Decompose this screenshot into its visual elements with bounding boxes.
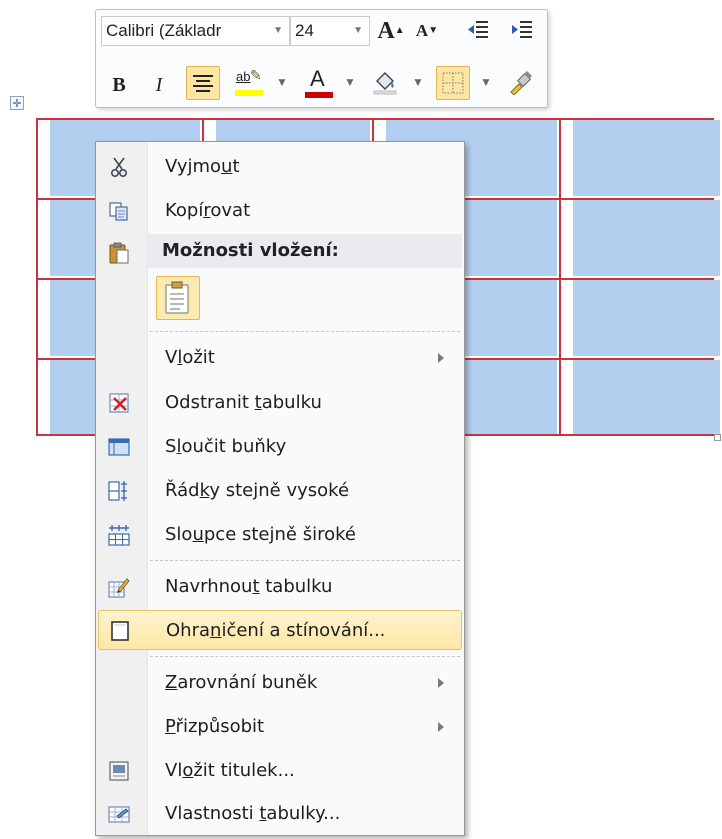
paste-options-header: Možnosti vložení: — [148, 234, 462, 268]
menu-item-label: Sloučit buňky — [165, 436, 287, 457]
draw-table-icon — [108, 578, 130, 598]
menu-item-label: Vlastnosti tabulky... — [165, 803, 341, 824]
copy-icon — [109, 202, 128, 221]
paste-clipboard-icon — [165, 281, 189, 314]
decrease-indent-button[interactable] — [463, 16, 493, 46]
delete-table-icon — [109, 393, 129, 413]
menu-item-borders-shading[interactable]: Ohraničení a stínování... — [98, 610, 462, 650]
menu-item-label: Zarovnání buněk — [165, 672, 318, 693]
menu-item-label: Vyjmout — [165, 156, 240, 177]
shrink-font-icon: A — [415, 21, 429, 40]
distribute-columns-icon — [108, 525, 130, 546]
font-size-value: 24 — [295, 21, 314, 40]
menu-item-table-properties[interactable]: Vlastnosti tabulky... — [98, 794, 462, 834]
context-menu: Vyjmout Kopírovat Možnosti vložení: Vlož… — [95, 141, 465, 836]
insert-caption-icon — [109, 761, 129, 781]
font-color-button[interactable]: A — [302, 66, 336, 100]
font-name-dropdown-icon[interactable]: ▼ — [273, 17, 283, 45]
italic-icon: I — [155, 74, 163, 96]
menu-separator — [150, 331, 460, 332]
table-border-vertical — [559, 118, 561, 436]
bold-icon: B — [112, 74, 126, 96]
distribute-rows-icon — [108, 481, 127, 501]
menu-item-cut[interactable]: Vyjmout — [98, 147, 462, 187]
paint-bucket-icon — [373, 72, 397, 95]
shading-button[interactable] — [368, 66, 402, 100]
align-center-button[interactable] — [186, 66, 220, 100]
font-size-dropdown-icon[interactable]: ▼ — [353, 17, 363, 45]
menu-item-autofit[interactable]: Přizpůsobit — [98, 707, 462, 747]
menu-item-label: Sloupce stejně široké — [165, 524, 356, 545]
menu-item-distribute-columns[interactable]: Sloupce stejně široké — [98, 515, 462, 555]
highlight-color-button[interactable]: ab ✎ — [232, 66, 268, 100]
table-cell[interactable] — [573, 120, 720, 196]
menu-item-label: Vložit — [165, 347, 215, 368]
menu-item-label: Vložit titulek... — [165, 760, 295, 781]
table-properties-icon — [108, 806, 130, 823]
merge-cells-icon — [108, 438, 130, 456]
table-border-vertical — [36, 118, 38, 436]
menu-item-merge-cells[interactable]: Sloučit buňky — [98, 427, 462, 467]
font-color-dropdown-icon[interactable]: ▼ — [344, 68, 356, 98]
menu-separator — [150, 656, 460, 657]
table-move-handle[interactable]: ✛ — [10, 96, 24, 110]
submenu-arrow-icon — [438, 722, 444, 732]
menu-item-delete-table[interactable]: Odstranit tabulku — [98, 383, 462, 423]
menu-item-distribute-rows[interactable]: Řádky stejně vysoké — [98, 471, 462, 511]
shrink-font-button[interactable]: A▼ — [412, 16, 442, 46]
table-border-horizontal — [36, 118, 714, 120]
menu-item-label: Odstranit tabulku — [165, 392, 322, 413]
decrease-indent-icon — [468, 21, 488, 38]
highlight-marker-icon: ✎ — [250, 69, 262, 84]
font-color-bar — [305, 92, 333, 98]
increase-indent-icon — [512, 21, 532, 38]
table-resize-handle[interactable] — [714, 434, 721, 441]
menu-item-label: Navrhnout tabulku — [165, 576, 333, 597]
mini-toolbar: Calibri (Základr ▼ 24 ▼ A▲ A▼ B I ab ✎ ▼… — [95, 9, 548, 108]
menu-item-cell-alignment[interactable]: Zarovnání buněk — [98, 663, 462, 703]
scissors-icon — [110, 157, 128, 178]
table-cell[interactable] — [573, 280, 720, 356]
menu-item-insert[interactable]: Vložit — [98, 338, 462, 378]
paste-keep-text-only-button[interactable] — [156, 276, 200, 320]
grow-font-button[interactable]: A▲ — [376, 16, 406, 46]
menu-item-draw-table[interactable]: Navrhnout tabulku — [98, 567, 462, 607]
page-icon — [111, 621, 129, 641]
clipboard-icon — [109, 242, 129, 264]
table-cell[interactable] — [573, 360, 720, 434]
borders-button[interactable] — [436, 66, 470, 100]
font-name-value: Calibri (Základr — [106, 21, 222, 40]
increase-indent-button[interactable] — [507, 16, 537, 46]
submenu-arrow-icon — [438, 353, 444, 363]
menu-item-label: Přizpůsobit — [165, 716, 265, 737]
font-name-combo[interactable]: Calibri (Základr ▼ — [101, 16, 290, 46]
borders-dropdown-icon[interactable]: ▼ — [480, 68, 492, 98]
italic-button[interactable]: I — [144, 70, 174, 100]
table-cell[interactable] — [573, 200, 720, 276]
align-center-icon — [193, 75, 213, 92]
menu-item-label: Kopírovat — [165, 200, 251, 221]
format-painter-button[interactable] — [504, 66, 538, 100]
highlight-dropdown-icon[interactable]: ▼ — [276, 68, 288, 98]
bold-button[interactable]: B — [104, 70, 134, 100]
font-color-icon: A — [310, 66, 325, 91]
paste-options-label: Možnosti vložení: — [162, 240, 339, 261]
shading-dropdown-icon[interactable]: ▼ — [412, 68, 424, 98]
borders-icon — [442, 72, 464, 94]
font-size-combo[interactable]: 24 ▼ — [290, 16, 370, 46]
highlight-color-bar — [235, 90, 263, 96]
grow-font-icon: A — [377, 18, 395, 44]
highlight-icon: ab — [236, 69, 251, 84]
menu-item-insert-caption[interactable]: Vložit titulek... — [98, 751, 462, 791]
menu-item-label: Řádky stejně vysoké — [165, 480, 350, 501]
format-painter-icon — [510, 71, 532, 96]
menu-item-label: Ohraničení a stínování... — [166, 620, 386, 641]
menu-separator — [150, 560, 460, 561]
menu-item-copy[interactable]: Kopírovat — [98, 191, 462, 231]
submenu-arrow-icon — [438, 678, 444, 688]
